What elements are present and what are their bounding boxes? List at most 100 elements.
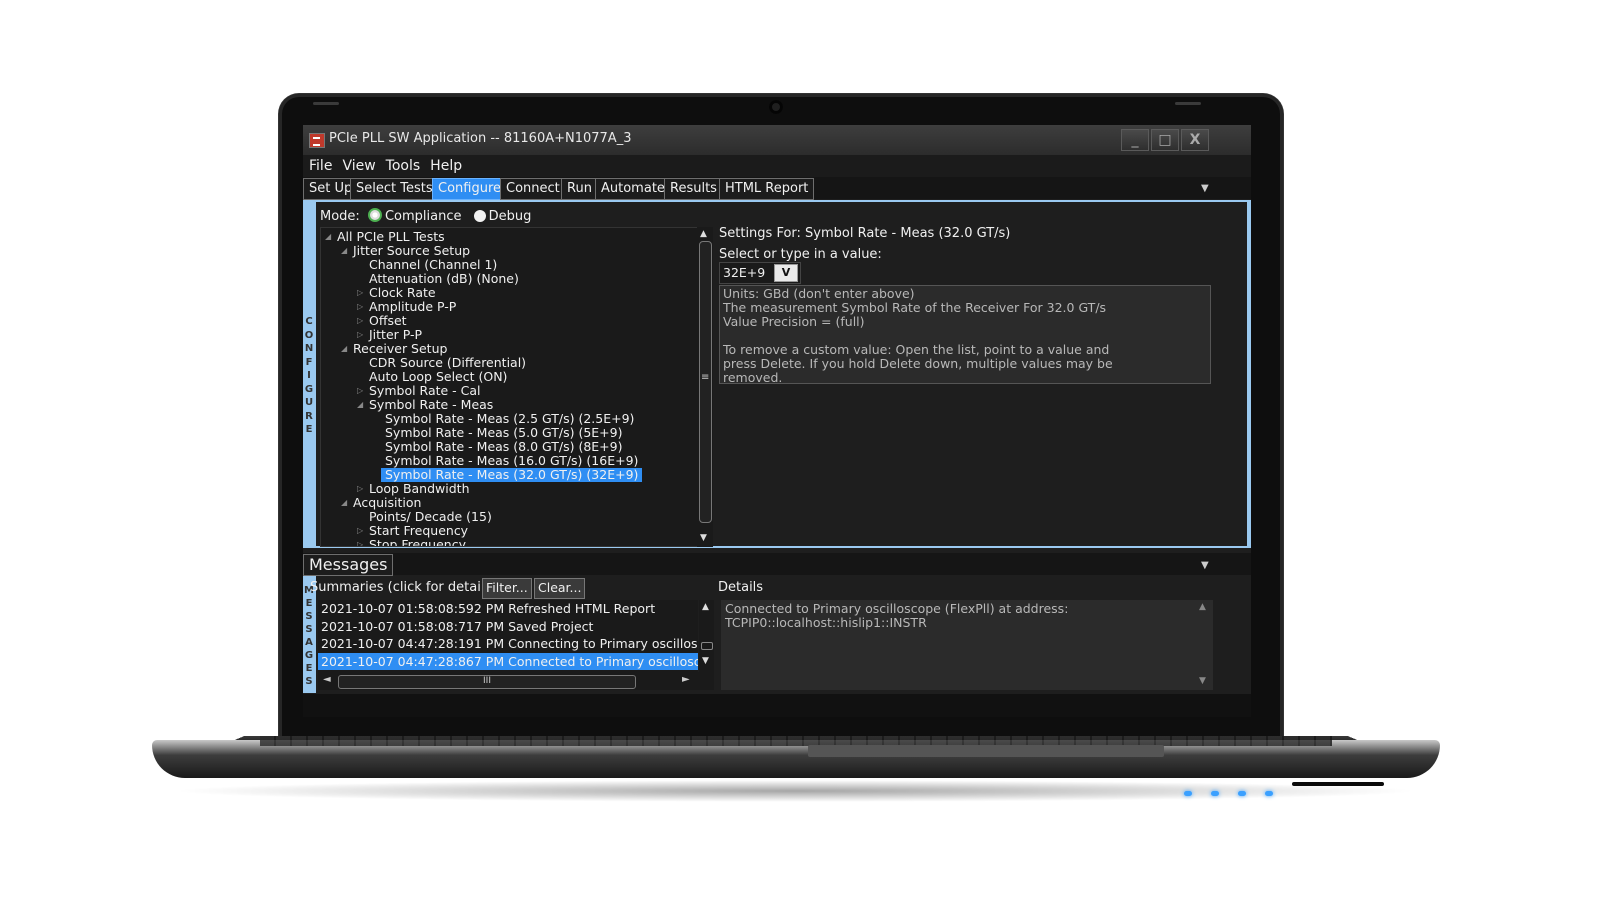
tree-item[interactable]: Symbol Rate - Meas (8.0 GT/s) (8E+9) (385, 440, 623, 454)
scroll-up-icon[interactable]: ▲ (700, 229, 707, 239)
messages-content: Summaries (click for details) Filter... … (310, 576, 1251, 693)
mode-label: Mode: (320, 209, 360, 224)
test-config-tree[interactable]: ◢ All PCIe PLL Tests ◢ Jitter Source Setup C… (320, 227, 700, 547)
tab-connect[interactable]: Connect (500, 178, 566, 200)
expand-arrow-icon[interactable]: ▷ (357, 316, 363, 325)
configure-content: Mode: Compliance Debug ◢ All PCIe PLL Tes… (316, 202, 1247, 547)
tree-item[interactable]: Offset (369, 314, 407, 328)
expand-arrow-icon[interactable]: ▷ (357, 302, 363, 311)
close-button[interactable]: X (1181, 129, 1209, 151)
chevron-down-icon[interactable]: ▼ (1201, 183, 1209, 194)
tab-automate[interactable]: Automate (595, 178, 671, 200)
tab-messages[interactable]: Messages (303, 554, 394, 576)
tree-item[interactable]: All PCIe PLL Tests (337, 230, 445, 244)
collapse-arrow-icon[interactable]: ◢ (341, 344, 347, 353)
debug-label[interactable]: Debug (489, 209, 532, 224)
tree-item[interactable]: Points/ Decade (15) (369, 510, 492, 524)
tab-run[interactable]: Run (561, 178, 598, 200)
summary-row[interactable]: 2021-10-07 01:58:08:717 PM Saved Project (318, 618, 698, 635)
tree-item[interactable]: CDR Source (Differential) (369, 356, 526, 370)
tree-scroll-thumb[interactable]: ≡ (699, 241, 712, 523)
details-scrollbar[interactable]: ▲ ▼ (1196, 600, 1211, 690)
value-combobox[interactable]: 32E+9 V (719, 262, 801, 284)
status-strip (303, 694, 1251, 717)
expand-arrow-icon[interactable]: ▷ (357, 526, 363, 535)
tree-item[interactable]: Symbol Rate - Meas (16.0 GT/s) (16E+9) (385, 454, 638, 468)
tree-item[interactable]: Acquisition (353, 496, 421, 510)
tree-item[interactable]: Symbol Rate - Meas (2.5 GT/s) (2.5E+9) (385, 412, 634, 426)
tree-item[interactable]: Symbol Rate - Meas (369, 398, 493, 412)
laptop-keyboard (260, 736, 1332, 746)
expand-arrow-icon[interactable]: ▷ (357, 540, 363, 546)
hscroll-thumb[interactable]: III (338, 675, 636, 689)
summary-scroll-thumb[interactable] (701, 642, 713, 650)
collapse-arrow-icon[interactable]: ◢ (325, 232, 331, 241)
tab-results[interactable]: Results (664, 178, 723, 200)
side-letter: N (304, 343, 314, 354)
menu-view[interactable]: View (342, 155, 375, 177)
tab-select-tests[interactable]: Select Tests (350, 178, 439, 200)
chevron-down-icon[interactable]: ▼ (1201, 560, 1209, 571)
details-label: Details (718, 580, 764, 595)
messages-panel: M E S S A G E S Summaries (click for det… (303, 576, 1251, 693)
summary-row[interactable]: 2021-10-07 04:47:28:867 PM Connected to … (318, 652, 698, 670)
side-letter: R (305, 410, 313, 422)
description-line: press Delete. If you hold Delete down, m… (723, 356, 1113, 371)
expand-arrow-icon[interactable]: ▷ (357, 386, 363, 395)
scroll-left-icon[interactable]: ◄ (323, 674, 331, 685)
menu-help[interactable]: Help (430, 155, 462, 177)
tree-item[interactable]: Channel (Channel 1) (369, 258, 497, 272)
compliance-radio[interactable] (367, 208, 382, 222)
value-dropdown-button[interactable]: V (774, 264, 798, 282)
minimize-button[interactable]: _ (1121, 129, 1149, 151)
expand-arrow-icon[interactable]: ▷ (357, 330, 363, 339)
tree-item[interactable]: Attenuation (dB) (None) (369, 272, 519, 286)
scroll-down-icon[interactable]: ▼ (1199, 676, 1206, 686)
tree-scrollbar[interactable]: ▲ ≡ ▼ (697, 227, 713, 547)
value-text[interactable]: 32E+9 (723, 265, 765, 280)
settings-title: Settings For: Symbol Rate - Meas (32.0 G… (719, 226, 1011, 241)
tree-item[interactable]: Jitter Source Setup (353, 244, 470, 258)
tree-item[interactable]: Clock Rate (369, 286, 436, 300)
collapse-arrow-icon[interactable]: ◢ (341, 246, 347, 255)
tree-item[interactable]: Jitter P-P (369, 328, 422, 342)
compliance-label[interactable]: Compliance (385, 209, 462, 224)
settings-header: Settings For: Symbol Rate - Meas (32.0 G… (719, 226, 1219, 262)
expand-arrow-icon[interactable]: ▷ (357, 484, 363, 493)
debug-radio[interactable] (473, 210, 486, 222)
webcam-icon (769, 100, 783, 114)
tab-configure[interactable]: Configure (432, 178, 508, 200)
tree-item[interactable]: Loop Bandwidth (369, 482, 470, 496)
summary-row[interactable]: 2021-10-07 04:47:28:191 PM Connecting to… (318, 635, 698, 652)
tree-item[interactable]: Symbol Rate - Meas (32.0 GT/s) (32E+9) (381, 468, 643, 482)
lid-hinge-right (1175, 102, 1201, 105)
led-icon (1184, 791, 1192, 796)
tree-item[interactable]: Receiver Setup (353, 342, 447, 356)
scroll-up-icon[interactable]: ▲ (1199, 602, 1206, 612)
tree-item[interactable]: Symbol Rate - Meas (5.0 GT/s) (5E+9) (385, 426, 623, 440)
scroll-down-icon[interactable]: ▼ (700, 533, 707, 543)
tree-item[interactable]: Auto Loop Select (ON) (369, 370, 507, 384)
menu-tools[interactable]: Tools (386, 155, 421, 177)
tree-item[interactable]: Stop Frequency (369, 538, 466, 547)
window-title: PCIe PLL SW Application -- 81160A+N1077A… (329, 131, 632, 146)
tree-item[interactable]: Start Frequency (369, 524, 468, 538)
tree-item[interactable]: Symbol Rate - Cal (369, 384, 481, 398)
scroll-up-icon[interactable]: ▲ (702, 602, 709, 612)
summary-vscrollbar[interactable]: ▲ ▼ (699, 600, 714, 672)
summary-hscrollbar[interactable]: ◄ III ► (318, 672, 714, 690)
clear-button[interactable]: Clear... (534, 578, 586, 599)
tab-html-report[interactable]: HTML Report (719, 178, 815, 200)
filter-button[interactable]: Filter... (482, 578, 532, 599)
summary-row[interactable]: 2021-10-07 01:58:08:592 PM Refreshed HTM… (318, 600, 698, 617)
side-letter: U (304, 397, 314, 408)
expand-arrow-icon[interactable]: ▷ (357, 288, 363, 297)
collapse-arrow-icon[interactable]: ◢ (341, 498, 347, 507)
menu-file[interactable]: File (309, 155, 332, 177)
scroll-right-icon[interactable]: ► (682, 674, 690, 685)
summary-list[interactable]: 2021-10-07 01:58:08:592 PM Refreshed HTM… (318, 600, 698, 672)
tree-item[interactable]: Amplitude P-P (369, 300, 456, 314)
scroll-down-icon[interactable]: ▼ (702, 656, 709, 666)
collapse-arrow-icon[interactable]: ◢ (357, 400, 363, 409)
maximize-button[interactable]: □ (1151, 129, 1179, 151)
